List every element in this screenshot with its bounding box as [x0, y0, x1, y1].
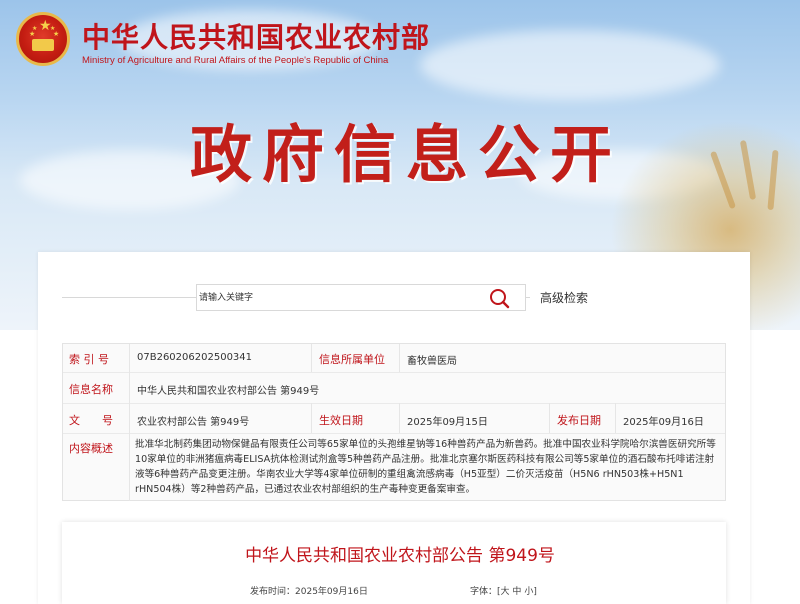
font-size-medium[interactable]: 中: [512, 587, 521, 597]
effective-date-value: 2025年09月15日: [407, 417, 488, 428]
advanced-search-link[interactable]: 高级检索: [540, 289, 588, 306]
search-icon[interactable]: [488, 287, 510, 309]
publish-date-label: 发布日期: [557, 414, 601, 427]
publish-time-label: 发布时间：: [250, 587, 296, 597]
publish-time: 发布时间：2025年09月16日: [250, 584, 368, 597]
ministry-name-cn[interactable]: 中华人民共和国农业农村部: [82, 16, 430, 56]
summary-text: 批准华北制药集团动物保健品有限责任公司等65家单位的头孢维星钠等16种兽药产品为…: [135, 439, 716, 495]
info-meta-table: 索 引 号 07B260206202500341 信息所属单位 畜牧兽医局 信息…: [62, 343, 726, 501]
name-label: 信息名称: [69, 383, 113, 396]
national-emblem-icon: ★ ★ ★ ★ ★: [16, 12, 70, 66]
org-label: 信息所属单位: [319, 353, 385, 366]
bracket-close: ]: [533, 587, 537, 597]
banner-title: 政府信息公开: [190, 118, 623, 191]
font-size-switcher: 字体：[大 中 小]: [470, 584, 537, 597]
search-input[interactable]: [199, 288, 479, 307]
meta-row-name: 信息名称 中华人民共和国农业农村部公告 第949号: [63, 372, 725, 404]
doc-number-label: 文 号: [69, 414, 113, 427]
font-size-large[interactable]: 大: [501, 587, 510, 597]
index-value: 07B260206202500341: [137, 352, 253, 363]
index-label: 索 引 号: [69, 353, 109, 366]
name-value: 中华人民共和国农业农村部公告 第949号: [137, 386, 320, 397]
article-title: 中华人民共和国农业农村部公告 第949号: [245, 546, 555, 566]
meta-row-index: 索 引 号 07B260206202500341 信息所属单位 畜牧兽医局: [63, 344, 725, 373]
publish-date-value: 2025年09月16日: [623, 417, 704, 428]
search-box[interactable]: [196, 284, 526, 311]
meta-row-doc: 文 号 农业农村部公告 第949号 生效日期 2025年09月15日 发布日期 …: [63, 403, 725, 434]
meta-row-summary: 内容概述 批准华北制药集团动物保健品有限责任公司等65家单位的头孢维星钠等16种…: [63, 433, 725, 501]
effective-date-label: 生效日期: [319, 414, 363, 427]
doc-number-value: 农业农村部公告 第949号: [137, 417, 250, 428]
org-value: 畜牧兽医局: [407, 356, 457, 367]
ministry-name-en[interactable]: Ministry of Agriculture and Rural Affair…: [82, 55, 388, 66]
publish-time-value: 2025年09月16日: [295, 587, 368, 597]
summary-label: 内容概述: [69, 442, 113, 455]
font-size-label: 字体：: [470, 587, 498, 597]
font-size-small[interactable]: 小: [524, 587, 533, 597]
